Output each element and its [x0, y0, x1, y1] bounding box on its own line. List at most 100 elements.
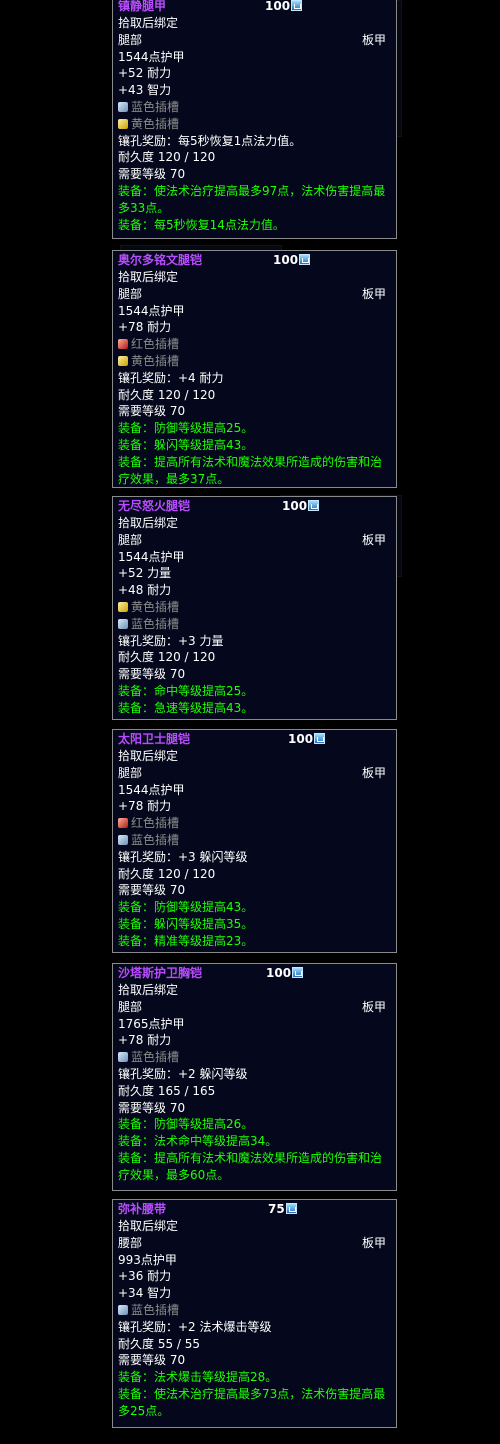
- stat-line: +34 智力: [118, 1286, 172, 1301]
- yellow-socket-icon: [118, 355, 128, 366]
- durability: 耐久度 120 / 120: [118, 150, 216, 165]
- socket-bonus: 镶孔奖励：+2 法术爆击等级: [118, 1319, 272, 1334]
- equip-effect: 装备：提高所有法术和魔法效果所造成的伤害和治疗效果，最多37点。: [118, 454, 383, 486]
- slot-row: 腿部 板甲: [118, 765, 386, 780]
- emblem-token-icon: [291, 0, 303, 11]
- socket-slot: 黄色插槽: [118, 353, 392, 370]
- durability: 耐久度 55 / 55: [118, 1336, 201, 1351]
- slot-row: 腿部 板甲: [118, 32, 386, 47]
- stat-line: +36 耐力: [118, 1269, 172, 1284]
- stat-line: +43 智力: [118, 83, 172, 98]
- armor-value: 1765点护甲: [118, 1016, 185, 1031]
- yellow-socket-icon: [118, 601, 128, 612]
- armor-value: 1544点护甲: [118, 303, 185, 318]
- durability: 耐久度 120 / 120: [118, 866, 216, 881]
- equip-effect: 装备：每5秒恢复14点法力值。: [118, 217, 285, 232]
- armor-type: 板甲: [361, 999, 386, 1014]
- slot-row: 腿部 板甲: [118, 999, 386, 1014]
- socket-slot: 蓝色插槽: [118, 1302, 392, 1319]
- equip-effect: 装备：提高所有法术和魔法效果所造成的伤害和治疗效果，最多60点。: [118, 1150, 383, 1182]
- item-price: 75: [268, 1201, 297, 1218]
- socket-slot: 黄色插槽: [118, 599, 392, 616]
- armor-type: 板甲: [361, 1235, 386, 1250]
- socket-bonus: 镶孔奖励：每5秒恢复1点法力值。: [118, 133, 302, 148]
- blue-socket-icon: [118, 834, 128, 845]
- armor-type: 板甲: [361, 765, 386, 780]
- blue-socket-icon: [118, 101, 128, 112]
- blue-socket-icon: [118, 1304, 128, 1315]
- socket-bonus: 镶孔奖励：+3 力量: [118, 633, 224, 648]
- emblem-token-icon: [285, 1203, 297, 1214]
- required-level: 需要等级 70: [118, 883, 186, 898]
- emblem-token-icon: [308, 500, 320, 511]
- equip-effect: 装备：精准等级提高23。: [118, 933, 254, 948]
- bind-text: 拾取后绑定: [118, 16, 179, 30]
- stat-line: +48 耐力: [118, 583, 172, 598]
- emblem-token-icon: [292, 967, 304, 978]
- item-tooltip: 弥补腰带 75 拾取后绑定 腰部 板甲 993点护甲 +36 耐力 +34 智力 …: [112, 1199, 397, 1428]
- item-tooltip: 奥尔多铭文腿铠 100 拾取后绑定 腿部 板甲 1544点护甲 +78 耐力 红色…: [112, 250, 397, 488]
- bind-text: 拾取后绑定: [118, 270, 179, 284]
- item-price: 100: [282, 498, 320, 515]
- armor-type: 板甲: [361, 32, 386, 47]
- socket-bonus: 镶孔奖励：+4 耐力: [118, 370, 224, 385]
- durability: 耐久度 165 / 165: [118, 1083, 216, 1098]
- socket-slot: 蓝色插槽: [118, 616, 392, 633]
- red-socket-icon: [118, 339, 128, 350]
- item-tooltip: 无尽怒火腿铠 100 拾取后绑定 腿部 板甲 1544点护甲 +52 力量 +48…: [112, 496, 397, 720]
- item-name: 沙塔斯护卫胸铠 100: [118, 965, 392, 982]
- emblem-token-icon: [314, 733, 326, 744]
- item-tooltip: 沙塔斯护卫胸铠 100 拾取后绑定 腿部 板甲 1765点护甲 +78 耐力 蓝色…: [112, 963, 397, 1191]
- slot-row: 腿部 板甲: [118, 532, 386, 547]
- durability: 耐久度 120 / 120: [118, 387, 216, 402]
- stat-line: +78 耐力: [118, 320, 172, 335]
- bind-text: 拾取后绑定: [118, 749, 179, 763]
- equip-effect: 装备：防御等级提高26。: [118, 1117, 254, 1132]
- socket-slot: 红色插槽: [118, 815, 392, 832]
- blue-socket-icon: [118, 1052, 128, 1063]
- armor-value: 1544点护甲: [118, 549, 185, 564]
- socket-bonus: 镶孔奖励：+3 躲闪等级: [118, 849, 248, 864]
- equip-effect: 装备：命中等级提高25。: [118, 683, 254, 698]
- armor-type: 板甲: [361, 532, 386, 547]
- yellow-socket-icon: [118, 118, 128, 129]
- item-name: 无尽怒火腿铠 100: [118, 498, 392, 515]
- equip-effect: 装备：使法术治疗提高最多73点，法术伤害提高最多25点。: [118, 1386, 386, 1418]
- item-name: 弥补腰带 75: [118, 1201, 392, 1218]
- item-name: 奥尔多铭文腿铠 100: [118, 252, 392, 269]
- bind-text: 拾取后绑定: [118, 516, 179, 530]
- socket-slot: 蓝色插槽: [118, 832, 392, 849]
- item-name: 镇静腿甲 100: [118, 0, 392, 15]
- item-price: 100: [266, 965, 304, 982]
- item-tooltip: 太阳卫士腿铠 100 拾取后绑定 腿部 板甲 1544点护甲 +78 耐力 红色插…: [112, 729, 397, 953]
- equip-effect: 装备：法术命中等级提高34。: [118, 1134, 278, 1149]
- armor-value: 1544点护甲: [118, 782, 185, 797]
- item-price: 100: [273, 252, 311, 269]
- equip-effect: 装备：急速等级提高43。: [118, 700, 254, 715]
- durability: 耐久度 120 / 120: [118, 650, 216, 665]
- blue-socket-icon: [118, 618, 128, 629]
- stat-line: +52 力量: [118, 566, 172, 581]
- stat-line: +52 耐力: [118, 66, 172, 81]
- equip-effect: 装备：法术爆击等级提高28。: [118, 1370, 278, 1385]
- stat-line: +78 耐力: [118, 799, 172, 814]
- slot-row: 腰部 板甲: [118, 1235, 386, 1250]
- equip-effect: 装备：防御等级提高43。: [118, 900, 254, 915]
- bind-text: 拾取后绑定: [118, 983, 179, 997]
- required-level: 需要等级 70: [118, 167, 186, 182]
- item-price: 100: [265, 0, 303, 15]
- equip-effect: 装备：防御等级提高25。: [118, 421, 254, 436]
- armor-value: 1544点护甲: [118, 49, 185, 64]
- armor-value: 993点护甲: [118, 1252, 177, 1267]
- equip-effect: 装备：躲闪等级提高43。: [118, 437, 254, 452]
- item-tooltip: 镇静腿甲 100 拾取后绑定 腿部 板甲 1544点护甲 +52 耐力 +43 智…: [112, 0, 397, 239]
- required-level: 需要等级 70: [118, 1353, 186, 1368]
- bind-text: 拾取后绑定: [118, 1219, 179, 1233]
- stat-line: +78 耐力: [118, 1033, 172, 1048]
- item-price: 100: [288, 731, 326, 748]
- required-level: 需要等级 70: [118, 1100, 186, 1115]
- socket-slot: 蓝色插槽: [118, 1049, 392, 1066]
- emblem-token-icon: [299, 254, 311, 265]
- required-level: 需要等级 70: [118, 404, 186, 419]
- required-level: 需要等级 70: [118, 667, 186, 682]
